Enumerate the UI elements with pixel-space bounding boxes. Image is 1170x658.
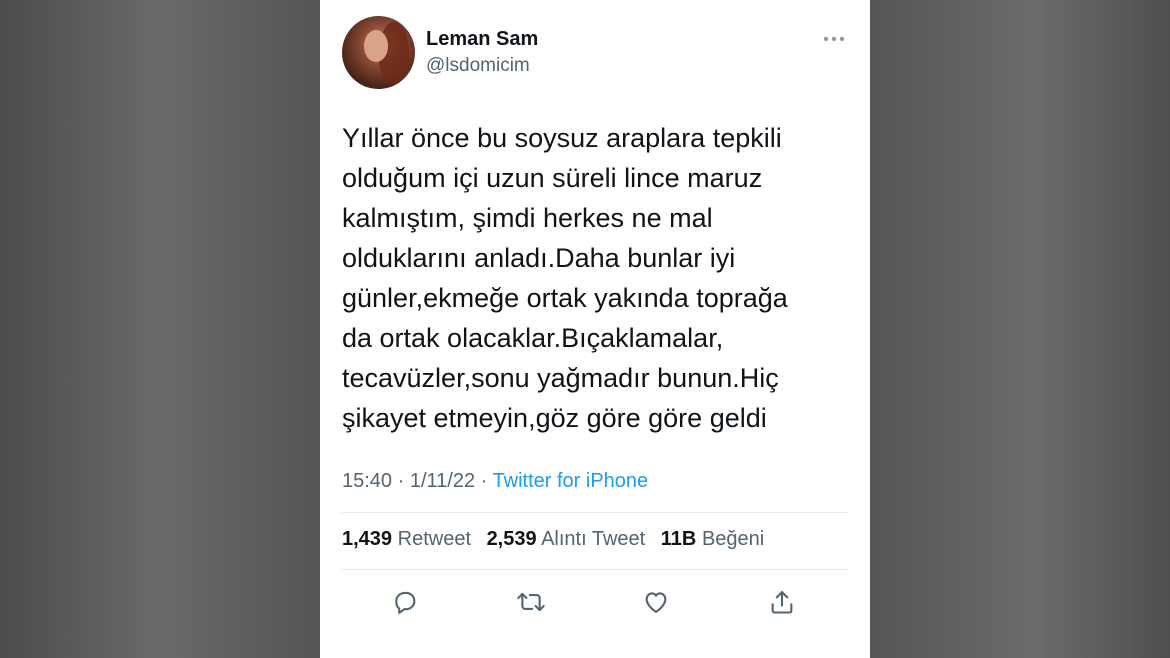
meta-separator: · [480, 470, 488, 492]
retweets-stat[interactable]: 1,439 Retweet [342, 528, 471, 550]
tweet-date[interactable]: 1/11/22 [410, 470, 475, 492]
tweet-actions [320, 582, 870, 622]
tweet-time[interactable]: 15:40 [342, 470, 392, 492]
avatar[interactable] [342, 16, 415, 89]
retweet-icon [517, 592, 545, 612]
quotes-stat[interactable]: 2,539 Alıntı Tweet [487, 528, 646, 550]
more-horizontal-icon [823, 36, 845, 42]
display-name[interactable]: Leman Sam [426, 28, 538, 51]
tweet-meta: 15:40 · 1/11/22 · Twitter for iPhone [342, 470, 648, 493]
reply-icon [395, 591, 416, 614]
likes-stat[interactable]: 11B Beğeni [661, 528, 764, 550]
divider [342, 512, 848, 513]
avatar-face [364, 30, 388, 62]
user-handle[interactable]: @lsdomicim [426, 55, 530, 77]
background-right [870, 0, 1170, 658]
share-button[interactable] [762, 582, 802, 622]
tweet-stats: 1,439 Retweet 2,539 Alıntı Tweet 11B Beğ… [342, 528, 774, 551]
tweet-card: Leman Sam @lsdomicim Yıllar önce bu soys… [320, 0, 870, 658]
tweet-source-link[interactable]: Twitter for iPhone [493, 470, 649, 492]
divider [342, 569, 848, 570]
retweets-label: Retweet [397, 528, 471, 550]
heart-icon [645, 592, 667, 613]
like-button[interactable] [636, 582, 676, 622]
quotes-count: 2,539 [486, 528, 537, 550]
background-left [0, 0, 320, 658]
reply-button[interactable] [385, 582, 425, 622]
share-icon [771, 591, 793, 614]
retweet-button[interactable] [511, 582, 551, 622]
more-options-button[interactable] [819, 28, 849, 50]
tweet-text: Yıllar önce bu soysuz araplara tepkili o… [342, 123, 788, 433]
likes-label: Beğeni [701, 528, 765, 550]
quotes-label: Alıntı Tweet [541, 528, 646, 550]
retweets-count: 1,439 [342, 528, 393, 550]
meta-separator: · [397, 470, 405, 492]
likes-count: 11B [660, 528, 697, 550]
